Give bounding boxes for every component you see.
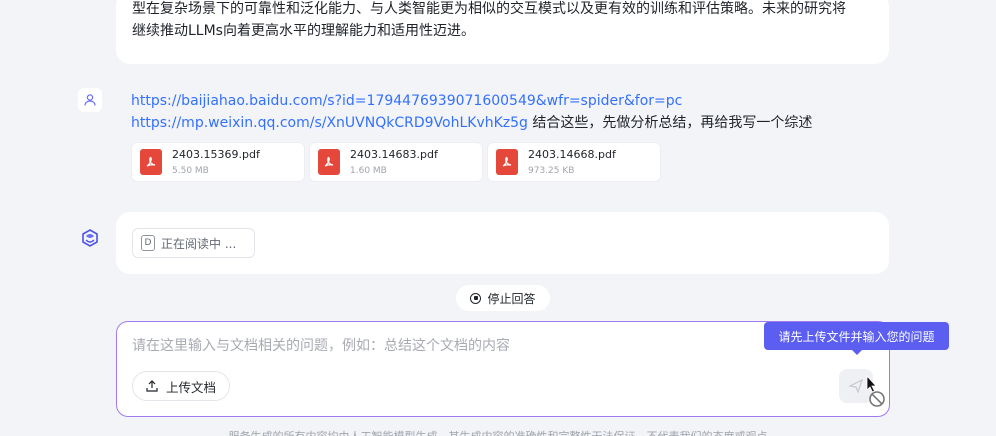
attachment-list: 2403.15369.pdf 5.50 MB 2403.14683.pdf 1.… (131, 142, 661, 182)
message-text: 结合这些，先做分析总结，再给我写一个综述 (527, 115, 813, 131)
answer-text-line: 型在复杂场景下的可靠性和泛化能力、与人类智能更为相似的交互模式以及更有效的训练和… (132, 1, 846, 17)
answer-card: 型在复杂场景下的可靠性和泛化能力、与人类智能更为相似的交互模式以及更有效的训练和… (116, 0, 889, 64)
send-tooltip: 请先上传文件并输入您的问题 (764, 322, 949, 350)
attachment-file[interactable]: 2403.14668.pdf 973.25 KB (487, 142, 661, 182)
file-size: 5.50 MB (172, 165, 209, 176)
pdf-file-icon (496, 149, 518, 175)
file-name: 2403.14668.pdf (528, 147, 616, 161)
reading-status-text: 正在阅读中 ... (161, 236, 237, 251)
attachment-file[interactable]: 2403.14683.pdf 1.60 MB (309, 142, 483, 182)
upload-document-label: 上传文档 (165, 379, 216, 395)
message-link[interactable]: https://baijiahao.baidu.com/s?id=1794476… (131, 93, 682, 109)
send-icon (848, 378, 864, 394)
cursor-icon (865, 374, 887, 413)
message-link[interactable]: https://mp.weixin.qq.com/s/XnUVNQkCRD9Vo… (131, 115, 528, 131)
pdf-file-icon (140, 149, 162, 175)
bot-response-card: D 正在阅读中 ... (116, 212, 889, 274)
bot-avatar (78, 226, 102, 250)
document-icon: D (141, 235, 155, 251)
pdf-file-icon (318, 149, 340, 175)
attachment-file[interactable]: 2403.15369.pdf 5.50 MB (131, 142, 305, 182)
tooltip-arrow (851, 349, 863, 355)
user-message: https://baijiahao.baidu.com/s?id=1794476… (131, 90, 871, 134)
file-size: 1.60 MB (350, 165, 387, 176)
bot-logo-icon (82, 229, 98, 247)
upload-icon (146, 380, 158, 392)
user-icon (84, 94, 96, 106)
upload-document-button[interactable]: 上传文档 (132, 371, 230, 401)
stop-icon (470, 292, 482, 304)
user-avatar (78, 88, 102, 112)
file-name: 2403.15369.pdf (172, 147, 260, 161)
disclaimer-text: 服务生成的所有内容均由人工智能模型生成，其生成内容的准确性和完整性无法保证，不代… (0, 428, 996, 436)
file-name: 2403.14683.pdf (350, 147, 438, 161)
answer-text-line: 继续推动LLMs向着更高水平的理解能力和适用性迈进。 (132, 23, 475, 39)
stop-answer-button[interactable]: 停止回答 (456, 285, 550, 311)
stop-answer-label: 停止回答 (487, 291, 536, 306)
question-input-placeholder[interactable]: 请在这里输入与文档相关的问题，例如：总结这个文档的内容 (132, 335, 510, 355)
file-size: 973.25 KB (528, 165, 575, 176)
reading-status-chip: D 正在阅读中 ... (132, 228, 255, 258)
